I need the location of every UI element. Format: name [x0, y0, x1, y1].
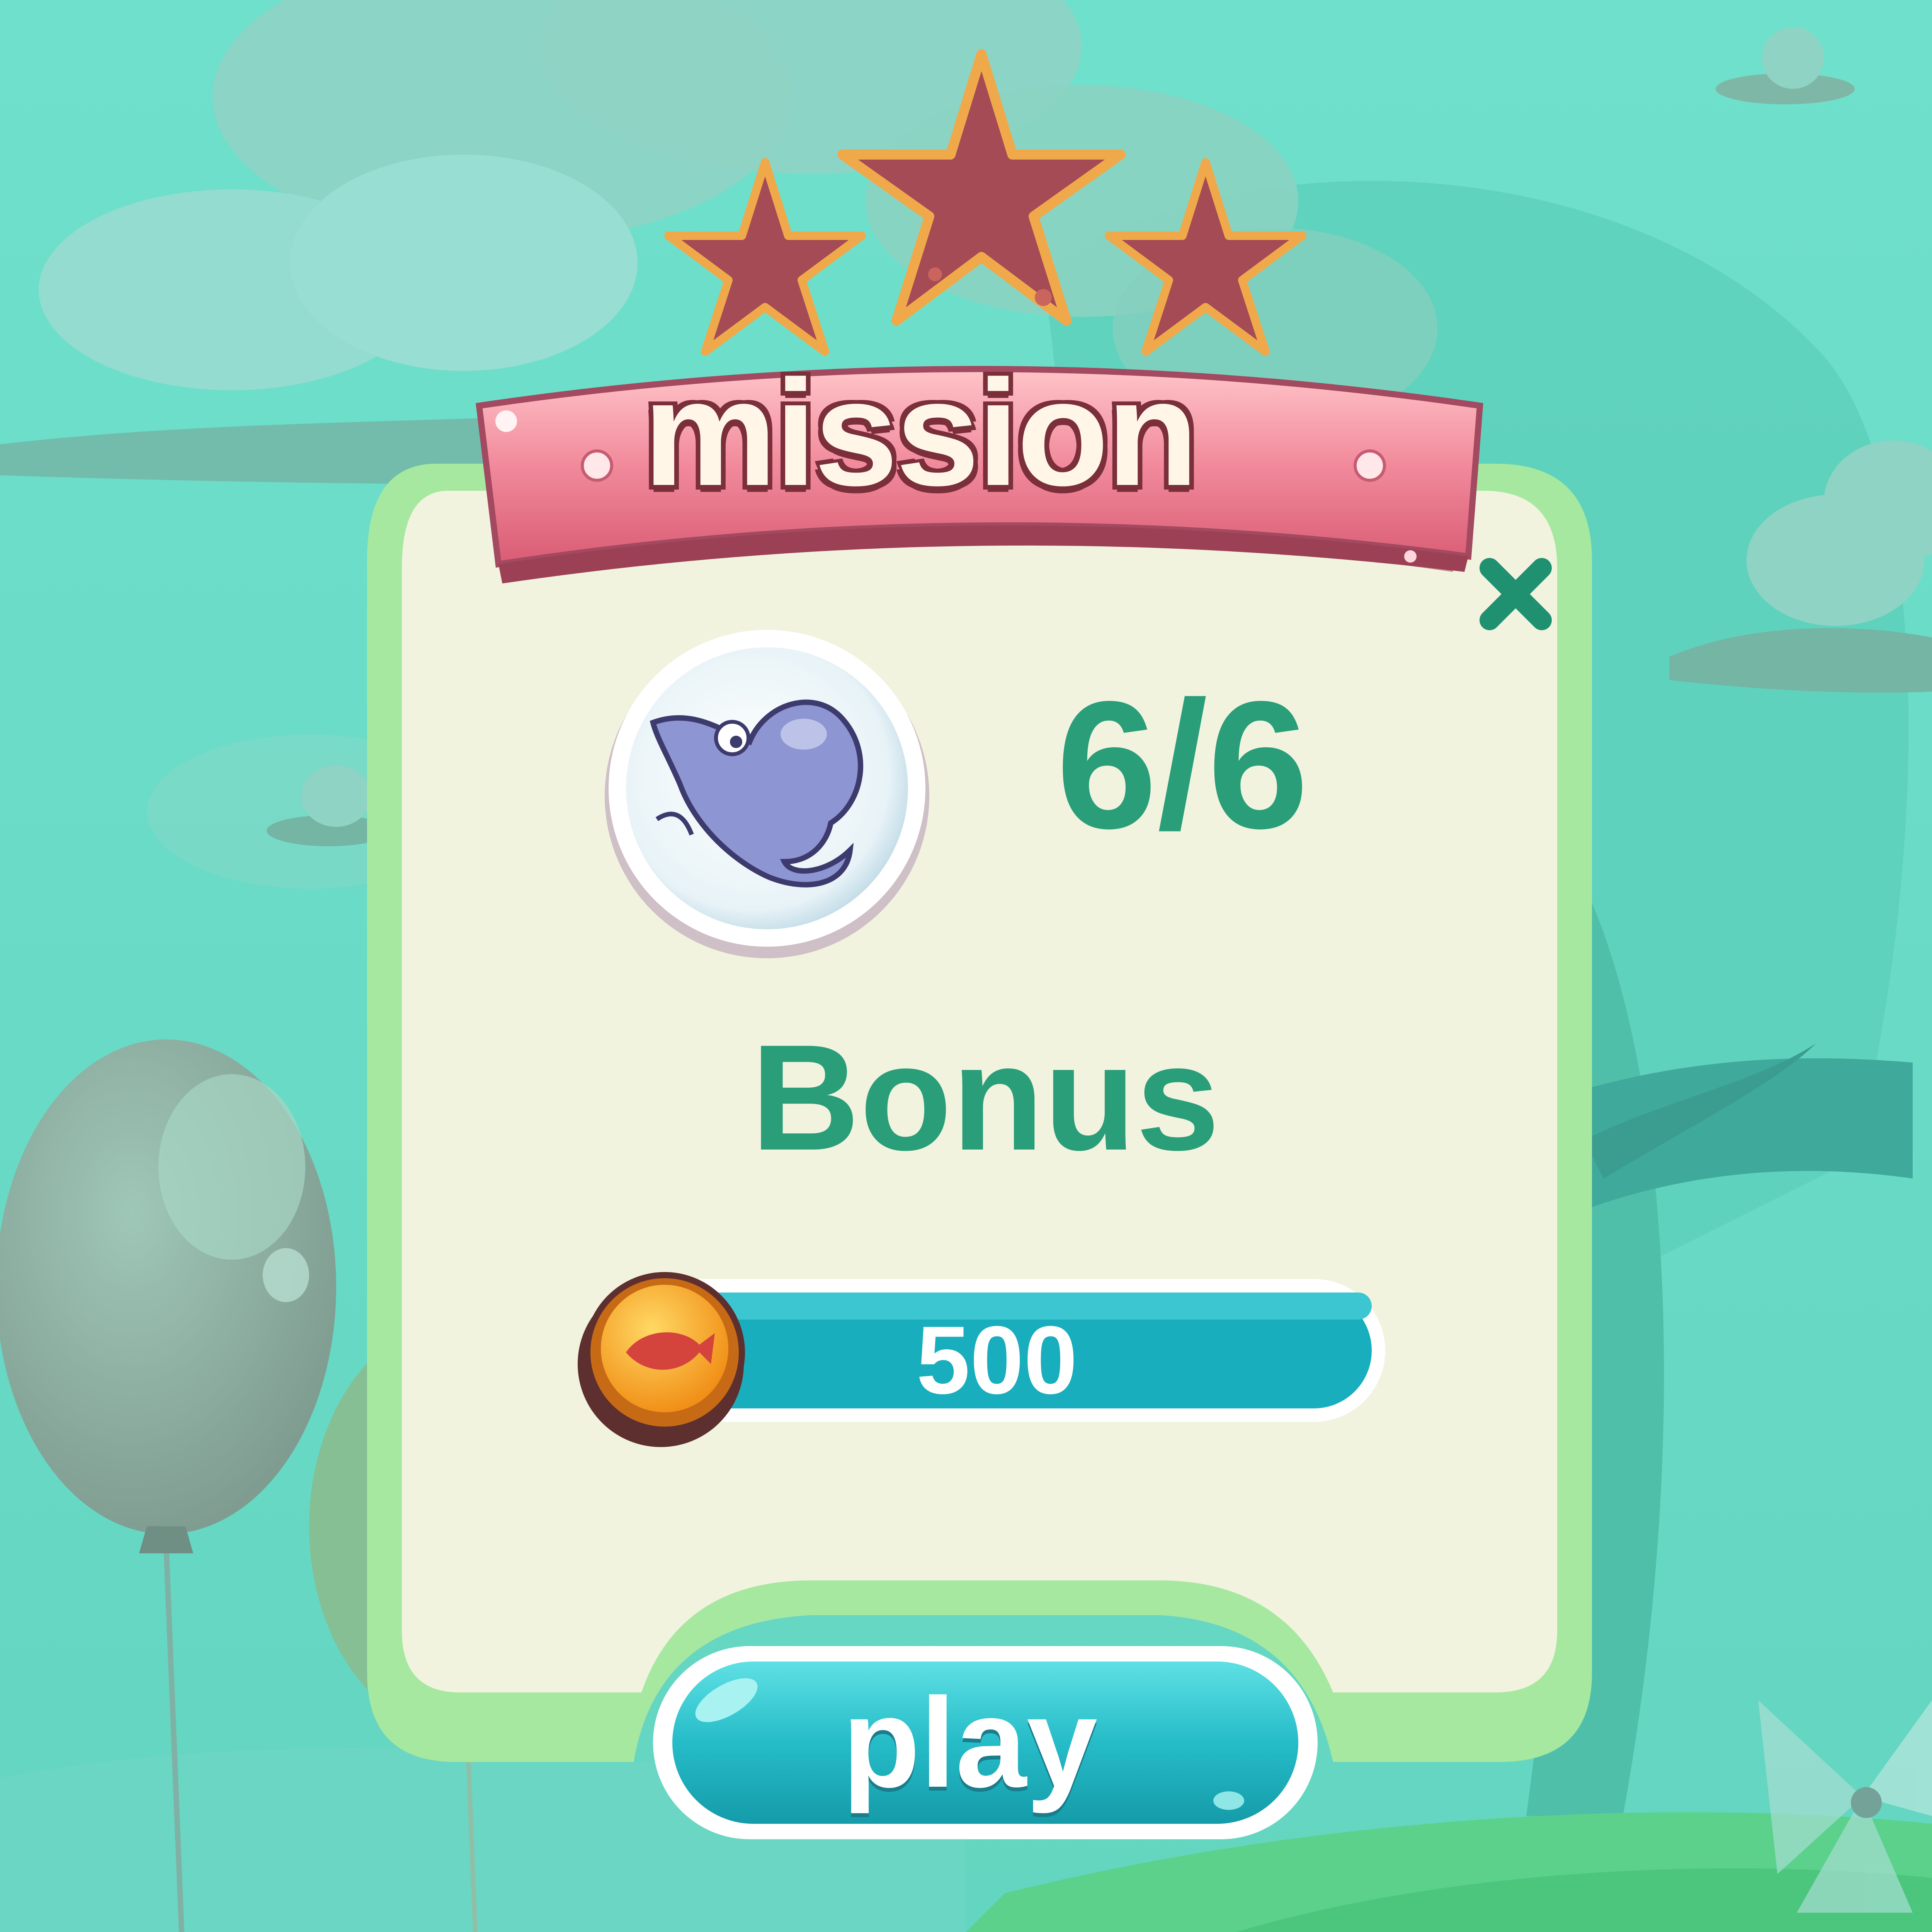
- bonus-label: Bonus: [751, 1013, 1220, 1182]
- star-3-icon: [1105, 158, 1306, 356]
- play-button-label: play: [842, 1671, 1098, 1814]
- star-2-icon: [837, 49, 1126, 326]
- close-button[interactable]: [1464, 549, 1561, 645]
- mission-title: mission: [643, 349, 1199, 517]
- mission-progress: 6/6: [1056, 663, 1309, 866]
- bonus-amount: 500: [916, 1306, 1078, 1414]
- fish-bubble-icon: [605, 630, 929, 958]
- star-1-icon: [664, 158, 866, 356]
